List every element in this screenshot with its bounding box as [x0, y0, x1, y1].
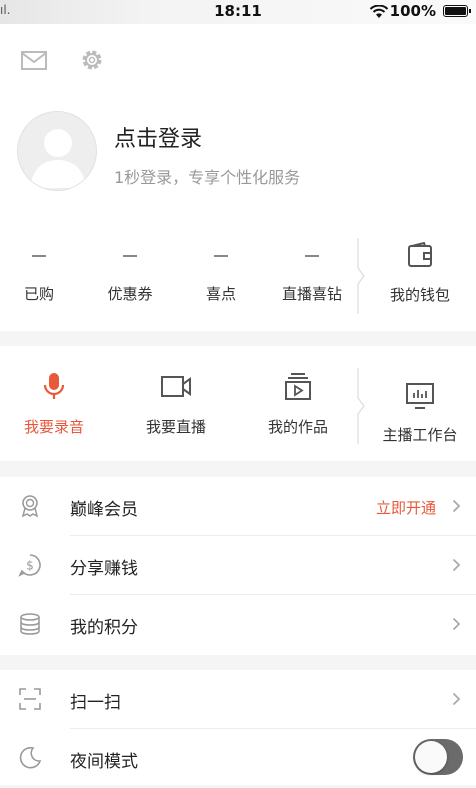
- menu-item-label: 夜间模式: [70, 752, 138, 772]
- battery-percent: 100%: [389, 2, 436, 20]
- coin-stack-icon: [20, 613, 40, 635]
- creator-card: 我要录音 我要直播 我的作品 主播工作台: [0, 346, 476, 461]
- stat-value-placeholder: [123, 255, 137, 257]
- section-divider: [357, 368, 365, 444]
- stat-value-placeholder: [305, 255, 319, 257]
- record-audio-button[interactable]: 我要录音: [4, 372, 104, 437]
- stat-coupons[interactable]: 优惠券: [87, 236, 173, 304]
- anchor-studio-button[interactable]: 主播工作台: [370, 382, 470, 445]
- menu-item-night-mode[interactable]: 夜间模式: [0, 729, 476, 788]
- section-divider: [357, 238, 365, 314]
- wallet-button[interactable]: 我的钱包: [370, 236, 470, 305]
- menu-item-scan[interactable]: 扫一扫: [0, 670, 476, 729]
- menu-item-points[interactable]: 我的积分: [0, 595, 476, 654]
- wifi-icon: [369, 5, 389, 18]
- play-works-icon: [285, 373, 311, 400]
- wallet-icon: [408, 242, 432, 267]
- night-mode-toggle[interactable]: [413, 739, 463, 775]
- chevron-right-icon: [452, 558, 461, 572]
- go-live-label: 我要直播: [145, 418, 206, 436]
- settings-gear-icon[interactable]: [77, 45, 107, 75]
- badge-icon: [21, 495, 39, 518]
- wallet-label: 我的钱包: [389, 286, 450, 304]
- login-title[interactable]: 点击登录: [114, 121, 202, 153]
- menu-item-vip[interactable]: 巅峰会员 立即开通: [0, 477, 476, 536]
- stat-label: 直播喜钻: [281, 284, 342, 303]
- menu-item-label: 分享赚钱: [70, 559, 138, 579]
- stat-value-placeholder: [214, 255, 228, 257]
- stat-value-placeholder: [32, 255, 46, 257]
- microphone-icon: [43, 373, 65, 399]
- menu-item-label: 我的积分: [70, 618, 138, 638]
- menu-item-label: 扫一扫: [70, 693, 121, 713]
- video-camera-icon: [161, 376, 191, 397]
- stat-label: 已购: [23, 284, 54, 303]
- go-live-button[interactable]: 我要直播: [126, 372, 226, 437]
- moon-icon: [19, 746, 42, 769]
- menu-item-share[interactable]: $ 分享赚钱: [0, 536, 476, 595]
- mail-icon[interactable]: [19, 48, 49, 72]
- record-audio-label: 我要录音: [23, 418, 84, 436]
- chevron-right-icon: [452, 499, 461, 513]
- battery-icon: [443, 5, 471, 17]
- stat-label: 优惠券: [107, 284, 153, 303]
- default-avatar-icon: [30, 129, 86, 188]
- profile-card: 点击登录 1秒登录，专享个性化服务 已购 优惠券 喜点 直播喜钻 我的钱包: [0, 24, 476, 331]
- chevron-right-icon: [452, 617, 461, 631]
- stat-live-diamonds[interactable]: 直播喜钻: [269, 236, 355, 304]
- scan-icon: [19, 688, 41, 710]
- menu-group-tools: 扫一扫 夜间模式: [0, 670, 476, 785]
- menu-group-account: 巅峰会员 立即开通 $ 分享赚钱 我的积分: [0, 477, 476, 655]
- stat-purchased[interactable]: 已购: [0, 236, 82, 304]
- avatar[interactable]: [17, 111, 97, 191]
- stat-xidian[interactable]: 喜点: [178, 236, 264, 304]
- my-works-button[interactable]: 我的作品: [248, 372, 348, 437]
- activate-now-link[interactable]: 立即开通: [376, 497, 436, 518]
- dollar-icon: $: [18, 554, 41, 577]
- menu-item-label: 巅峰会员: [70, 500, 138, 520]
- svg-text:$: $: [26, 559, 34, 573]
- login-subtitle: 1秒登录，专享个性化服务: [114, 168, 301, 187]
- stat-label: 喜点: [205, 284, 236, 303]
- my-works-label: 我的作品: [267, 418, 328, 436]
- chevron-right-icon: [452, 692, 461, 706]
- status-bar: ıl. 18:11 100%: [0, 0, 476, 24]
- monitor-chart-icon: [406, 383, 434, 409]
- anchor-studio-label: 主播工作台: [382, 426, 458, 444]
